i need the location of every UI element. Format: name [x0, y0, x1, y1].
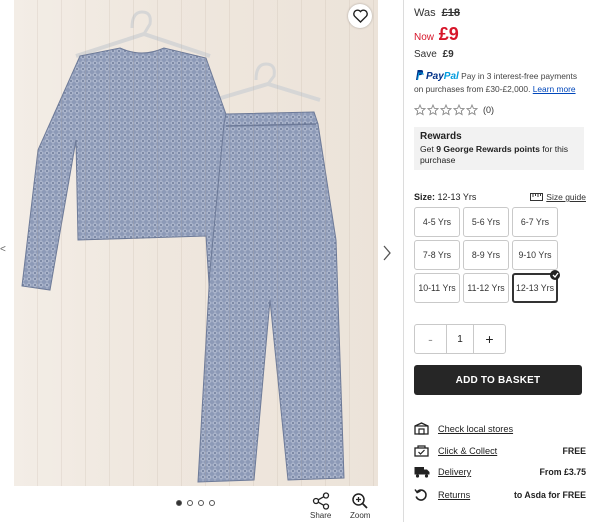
share-button[interactable]: Share: [310, 492, 331, 520]
star-icon: [440, 104, 452, 116]
service-row-delivery: Delivery From £3.75: [414, 466, 586, 478]
size-option[interactable]: 6-7 Yrs: [512, 207, 558, 237]
product-gallery: < Share Zoom: [0, 0, 400, 522]
delivery-truck-icon: [414, 467, 430, 478]
paypal-icon: [416, 70, 424, 81]
zoom-label: Zoom: [350, 511, 371, 520]
hanger-icon-bottom: [213, 62, 321, 102]
paypal-message: PayPal Pay in 3 interest-free payments o…: [414, 69, 586, 96]
check-icon: [550, 270, 560, 280]
save-value: £9: [442, 49, 454, 60]
now-price: Now £9: [414, 24, 459, 45]
star-icon: [466, 104, 478, 116]
size-option[interactable]: 10-11 Yrs: [414, 273, 460, 303]
size-option[interactable]: 5-6 Yrs: [463, 207, 509, 237]
service-link[interactable]: Check local stores: [438, 424, 513, 434]
favourite-button[interactable]: [348, 4, 372, 28]
service-link[interactable]: Click & Collect: [438, 446, 497, 456]
quantity-decrease-button[interactable]: -: [415, 325, 446, 353]
size-option[interactable]: 11-12 Yrs: [463, 273, 509, 303]
size-option-label: 8-9 Yrs: [471, 250, 501, 260]
share-icon: [312, 492, 329, 510]
was-label: Was: [414, 7, 436, 19]
next-image-button[interactable]: [382, 244, 392, 267]
size-option[interactable]: 7-8 Yrs: [414, 240, 460, 270]
product-panel: Was £18 Now £9 Save £9 PayPal Pay in 3 i…: [403, 0, 600, 522]
trousers-garment: [197, 111, 345, 483]
rating-count: (0): [483, 105, 494, 115]
rewards-pre: Get: [420, 144, 437, 154]
share-label: Share: [310, 511, 332, 520]
size-option[interactable]: 8-9 Yrs: [463, 240, 509, 270]
size-header: Size: 12-13 Yrs Size guide: [414, 192, 586, 202]
size-label: Size:: [414, 192, 436, 202]
size-option-label: 11-12 Yrs: [467, 283, 505, 293]
paypal-logo: PayPal: [426, 71, 459, 82]
prev-hint: <: [0, 244, 6, 255]
returns-icon: [414, 489, 427, 501]
now-label: Now: [414, 32, 435, 43]
service-value: From £3.75: [539, 467, 586, 477]
chevron-right-icon: [383, 245, 391, 261]
rewards-points: 9 George Rewards points: [436, 144, 540, 154]
size-guide-label: Size guide: [546, 192, 586, 202]
quantity-value[interactable]: 1: [446, 325, 474, 353]
size-option-label: 12-13 Yrs: [516, 283, 554, 293]
was-value: £18: [441, 7, 461, 19]
size-option-label: 7-8 Yrs: [422, 250, 452, 260]
size-option[interactable]: 12-13 Yrs: [512, 270, 560, 303]
size-option[interactable]: 9-10 Yrs: [512, 240, 558, 270]
size-options: 4-5 Yrs 5-6 Yrs 6-7 Yrs 7-8 Yrs 8-9 Yrs 9-10 …: [414, 207, 562, 303]
save-amount: Save £9: [414, 49, 454, 60]
service-row-click-collect: Click & Collect FREE: [414, 444, 586, 457]
zoom-button[interactable]: Zoom: [350, 492, 370, 520]
ruler-icon: [530, 193, 544, 201]
service-link[interactable]: Returns: [438, 490, 470, 500]
pagination-dot[interactable]: [198, 500, 204, 506]
size-guide-link[interactable]: Size guide: [530, 192, 586, 202]
size-option-label: 5-6 Yrs: [471, 217, 501, 227]
size-option-label: 9-10 Yrs: [518, 250, 552, 260]
pagination-dot[interactable]: [187, 500, 193, 506]
top-garment: [21, 47, 241, 301]
size-option-label: 4-5 Yrs: [422, 217, 452, 227]
store-icon: [414, 422, 429, 435]
quantity-increase-button[interactable]: +: [474, 325, 505, 353]
service-link[interactable]: Delivery: [438, 467, 471, 477]
selected-size: 12-13 Yrs: [437, 192, 477, 202]
was-price: Was £18: [414, 7, 460, 19]
hanger-icon-top: [75, 10, 211, 58]
size-option-label: 6-7 Yrs: [520, 217, 550, 227]
rewards-box: Rewards Get 9 George Rewards points for …: [414, 127, 584, 170]
product-image: [21, 10, 345, 483]
save-label: Save: [414, 49, 437, 60]
now-value: £9: [438, 24, 459, 44]
heart-icon: [352, 9, 368, 23]
quantity-stepper: - 1 +: [414, 324, 506, 354]
rewards-title: Rewards: [420, 131, 462, 142]
service-row-returns: Returns to Asda for FREE: [414, 488, 586, 502]
star-icon: [453, 104, 465, 116]
pagination-dot[interactable]: [176, 500, 182, 506]
paypal-learn-more-link[interactable]: Learn more: [533, 84, 576, 94]
service-value: to Asda for FREE: [513, 490, 586, 500]
pagination-dot[interactable]: [209, 500, 215, 506]
rating-summary[interactable]: (0): [414, 104, 494, 116]
star-icon: [414, 104, 426, 116]
star-icon: [427, 104, 439, 116]
product-photo[interactable]: [14, 0, 378, 486]
service-row-stores: Check local stores: [414, 422, 586, 435]
zoom-icon: [352, 493, 368, 509]
click-collect-icon: [414, 445, 429, 457]
add-to-basket-button[interactable]: ADD TO BASKET: [414, 365, 582, 395]
service-value: FREE: [562, 445, 586, 456]
size-option-label: 10-11 Yrs: [418, 283, 456, 293]
image-pagination: [176, 500, 215, 506]
size-option[interactable]: 4-5 Yrs: [414, 207, 460, 237]
